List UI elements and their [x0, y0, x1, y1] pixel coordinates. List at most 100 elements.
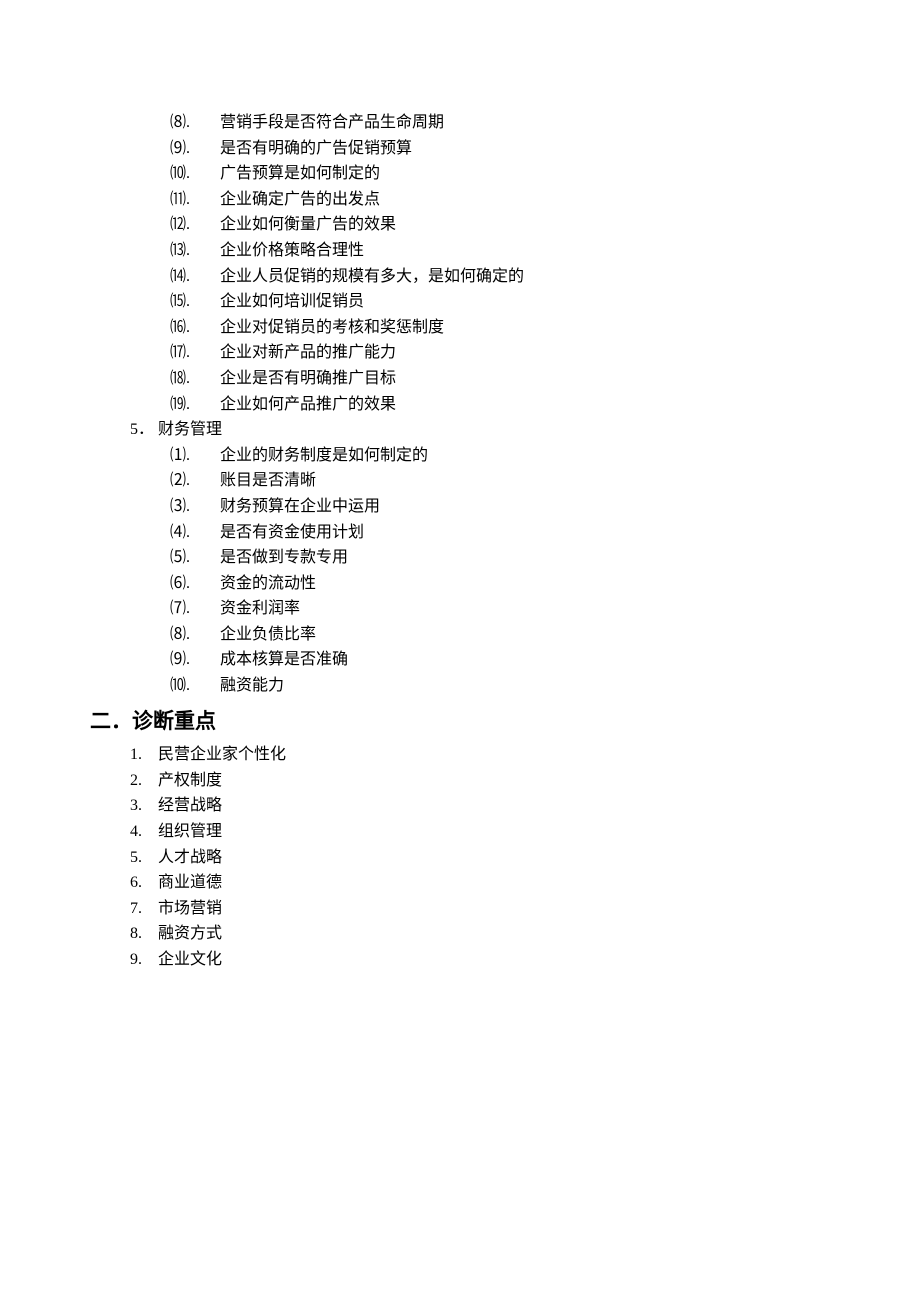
num-item: 1.民营企业家个性化	[130, 742, 830, 768]
num-content: 经营战略	[158, 793, 830, 819]
section-2-title: 二．诊断重点	[90, 705, 830, 739]
paren-content: 是否做到专款专用	[220, 545, 830, 571]
num-marker: 6.	[130, 870, 158, 896]
paren-marker: ⑽.	[170, 161, 220, 187]
num-marker: 1.	[130, 742, 158, 768]
paren-content: 企业如何衡量广告的效果	[220, 212, 830, 238]
paren-content: 企业确定广告的出发点	[220, 187, 830, 213]
paren-item: ⒆.企业如何产品推广的效果	[170, 392, 830, 418]
num-item: 2.产权制度	[130, 768, 830, 794]
paren-marker: ⑻.	[170, 622, 220, 648]
paren-marker: ⒂.	[170, 289, 220, 315]
num-marker: 2.	[130, 768, 158, 794]
paren-content: 企业如何产品推广的效果	[220, 392, 830, 418]
num-item: 5.人才战略	[130, 845, 830, 871]
paren-item: ⑺.资金利润率	[170, 596, 830, 622]
paren-content: 企业对新产品的推广能力	[220, 340, 830, 366]
num-content: 融资方式	[158, 921, 830, 947]
paren-content: 融资能力	[220, 673, 830, 699]
paren-item: ⑽.广告预算是如何制定的	[170, 161, 830, 187]
num-content: 市场营销	[158, 896, 830, 922]
paren-content: 资金利润率	[220, 596, 830, 622]
paren-marker: ⑻.	[170, 110, 220, 136]
num-item: 4.组织管理	[130, 819, 830, 845]
paren-item: ⒀.企业价格策略合理性	[170, 238, 830, 264]
paren-content: 财务预算在企业中运用	[220, 494, 830, 520]
paren-content: 是否有资金使用计划	[220, 520, 830, 546]
section-5-header: 5． 财务管理	[130, 417, 830, 443]
paren-content: 企业的财务制度是如何制定的	[220, 443, 830, 469]
paren-item: ⑽.融资能力	[170, 673, 830, 699]
paren-item: ⑼.成本核算是否准确	[170, 647, 830, 673]
num-marker: 8.	[130, 921, 158, 947]
paren-item: ⑴.企业的财务制度是如何制定的	[170, 443, 830, 469]
paren-item: ⒃.企业对促销员的考核和奖惩制度	[170, 315, 830, 341]
num-content: 商业道德	[158, 870, 830, 896]
section-5: 5． 财务管理	[130, 417, 830, 443]
paren-content: 营销手段是否符合产品生命周期	[220, 110, 830, 136]
num-item: 7.市场营销	[130, 896, 830, 922]
num-content: 企业文化	[158, 947, 830, 973]
paren-marker: ⒁.	[170, 264, 220, 290]
paren-content: 资金的流动性	[220, 571, 830, 597]
num-content: 民营企业家个性化	[158, 742, 830, 768]
paren-content: 成本核算是否准确	[220, 647, 830, 673]
paren-marker: ⑴.	[170, 443, 220, 469]
top-paren-list: ⑻.营销手段是否符合产品生命周期⑼.是否有明确的广告促销预算⑽.广告预算是如何制…	[170, 110, 830, 417]
paren-marker: ⒅.	[170, 366, 220, 392]
paren-item: ⒁.企业人员促销的规模有多大，是如何确定的	[170, 264, 830, 290]
paren-marker: ⑸.	[170, 545, 220, 571]
paren-item: ⑸.是否做到专款专用	[170, 545, 830, 571]
paren-content: 广告预算是如何制定的	[220, 161, 830, 187]
section-5-paren-list: ⑴.企业的财务制度是如何制定的⑵.账目是否清晰⑶.财务预算在企业中运用⑷.是否有…	[170, 443, 830, 699]
num-marker: 5.	[130, 845, 158, 871]
num-item: 3.经营战略	[130, 793, 830, 819]
paren-content: 是否有明确的广告促销预算	[220, 136, 830, 162]
paren-marker: ⑼.	[170, 136, 220, 162]
paren-item: ⒅.企业是否有明确推广目标	[170, 366, 830, 392]
paren-item: ⑶.财务预算在企业中运用	[170, 494, 830, 520]
section-2-list: 1.民营企业家个性化2.产权制度3.经营战略4.组织管理5.人才战略6.商业道德…	[130, 742, 830, 972]
paren-marker: ⒆.	[170, 392, 220, 418]
paren-item: ⑷.是否有资金使用计划	[170, 520, 830, 546]
paren-marker: ⑿.	[170, 212, 220, 238]
num-item: 9.企业文化	[130, 947, 830, 973]
num-item: 8.融资方式	[130, 921, 830, 947]
paren-marker: ⒃.	[170, 315, 220, 341]
paren-marker: ⒄.	[170, 340, 220, 366]
num-marker: 3.	[130, 793, 158, 819]
paren-content: 企业负债比率	[220, 622, 830, 648]
paren-content: 企业如何培训促销员	[220, 289, 830, 315]
paren-item: ⒂.企业如何培训促销员	[170, 289, 830, 315]
num-marker: 4.	[130, 819, 158, 845]
paren-item: ⑿.企业如何衡量广告的效果	[170, 212, 830, 238]
paren-item: ⑾.企业确定广告的出发点	[170, 187, 830, 213]
paren-content: 企业对促销员的考核和奖惩制度	[220, 315, 830, 341]
paren-marker: ⑵.	[170, 468, 220, 494]
paren-item: ⑻.企业负债比率	[170, 622, 830, 648]
num-item: 6.商业道德	[130, 870, 830, 896]
section-5-title: 财务管理	[158, 417, 830, 443]
paren-marker: ⑾.	[170, 187, 220, 213]
paren-content: 账目是否清晰	[220, 468, 830, 494]
num-content: 组织管理	[158, 819, 830, 845]
paren-marker: ⑽.	[170, 673, 220, 699]
paren-content: 企业价格策略合理性	[220, 238, 830, 264]
num-marker: 9.	[130, 947, 158, 973]
paren-item: ⒄.企业对新产品的推广能力	[170, 340, 830, 366]
section-5-marker: 5．	[130, 417, 158, 443]
num-content: 人才战略	[158, 845, 830, 871]
paren-marker: ⑼.	[170, 647, 220, 673]
paren-item: ⑵.账目是否清晰	[170, 468, 830, 494]
paren-content: 企业是否有明确推广目标	[220, 366, 830, 392]
paren-item: ⑼.是否有明确的广告促销预算	[170, 136, 830, 162]
paren-item: ⑹.资金的流动性	[170, 571, 830, 597]
paren-marker: ⑺.	[170, 596, 220, 622]
num-content: 产权制度	[158, 768, 830, 794]
paren-item: ⑻.营销手段是否符合产品生命周期	[170, 110, 830, 136]
paren-marker: ⑹.	[170, 571, 220, 597]
paren-marker: ⑷.	[170, 520, 220, 546]
paren-content: 企业人员促销的规模有多大，是如何确定的	[220, 264, 830, 290]
paren-marker: ⑶.	[170, 494, 220, 520]
num-marker: 7.	[130, 896, 158, 922]
